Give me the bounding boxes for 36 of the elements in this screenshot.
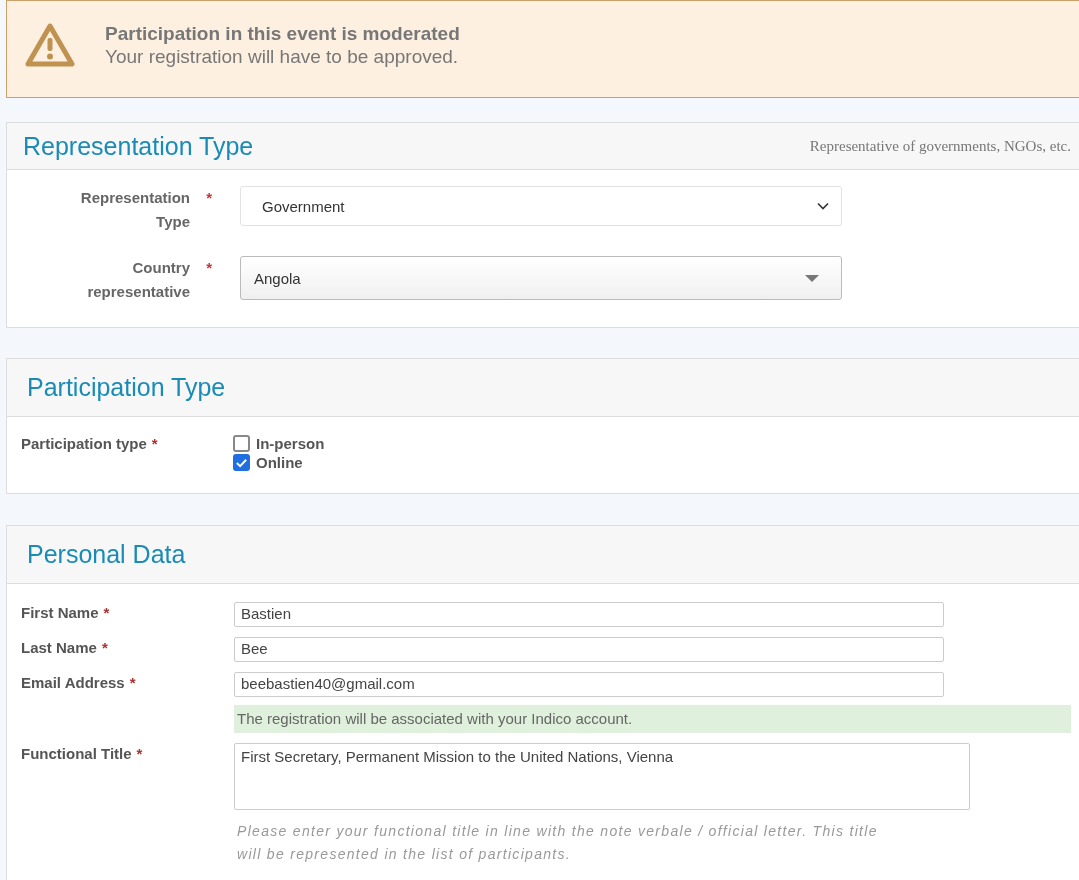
dropdown-field[interactable]: Angola [240,256,842,300]
required-asterisk: * [136,745,143,762]
field-label: Last Name [21,639,97,656]
warning-icon [25,23,75,67]
checkbox-label[interactable]: In-person [256,435,325,452]
checkbox[interactable] [233,454,250,471]
required-asterisk: * [205,188,212,208]
field-label: Country representative [86,258,190,302]
field-label: Functional Title [21,745,132,762]
section-title: Participation Type [27,373,226,402]
checkbox[interactable] [233,435,250,452]
info-note: The registration will be associated with your Indico account. [234,705,1071,733]
required-asterisk: * [101,639,108,656]
section-description: Representative of governments, NGOs, etc. [809,137,1071,155]
field-label: Representation Type [79,188,190,232]
required-asterisk: * [129,674,136,691]
required-asterisk: * [103,604,110,621]
input-field[interactable]: beebastien40@gmail.com [234,672,944,697]
field-label: Email Address [21,674,125,691]
input-field[interactable]: Bee [234,637,944,662]
help-text: Please enter your functional title in line with the note verbale / official letter. This title will be represented in the list of participants. [236,822,879,864]
chevron-down-icon [817,202,829,210]
checkbox-label[interactable]: Online [256,454,303,471]
dropdown-field[interactable]: Government [240,186,842,226]
alert-message: Your registration will have to be approved. [105,45,460,68]
input-field[interactable]: Bastien [234,602,944,627]
field-label: First Name [21,604,99,621]
section-title: Representation Type [23,131,254,161]
alert-title: Participation in this event is moderated [105,22,460,45]
required-asterisk: * [205,258,212,278]
text-area[interactable]: First Secretary, Permanent Mission to the United Nations, Vienna [234,743,970,810]
checkmark-icon [235,456,248,469]
required-asterisk: * [151,435,158,452]
field-label: Participation type [21,435,147,452]
section-title: Personal Data [27,540,186,569]
caret-icon [805,274,819,282]
